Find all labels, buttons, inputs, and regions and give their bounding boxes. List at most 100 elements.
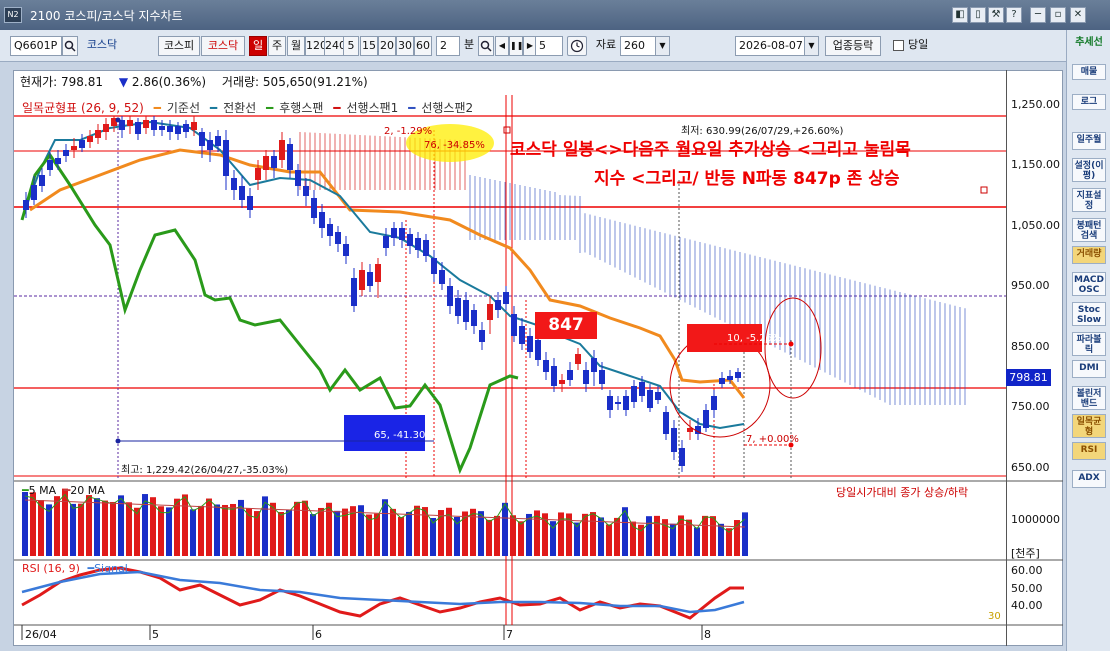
rsi-label: RSI (16, 9) [22, 562, 80, 575]
toolbar: Q6601P 코스닥 코스피 코스닥 일 주 월 120 240 5 15 20… [0, 30, 1066, 62]
period-5-button[interactable]: 5 [343, 36, 359, 56]
ichimoku-button[interactable]: 일목균형 [1072, 414, 1106, 438]
step-input[interactable]: 5 [535, 36, 563, 56]
parabolic-button[interactable]: 파라볼릭 [1072, 332, 1106, 356]
legend-marker-icon: ━ [408, 101, 416, 115]
data-count-select[interactable]: 260 ▼ [620, 36, 670, 56]
period-20-button[interactable]: 20 [378, 36, 396, 56]
period-120-button[interactable]: 120 [305, 36, 327, 56]
ma-settings-button[interactable]: 설정(이평) [1072, 158, 1106, 182]
right-sidebar: 추세선 매물 로그 일주월 설정(이평) 지표설정 봉패턴검색 거래량 MACD… [1066, 30, 1110, 651]
legend-marker-icon: ━ [209, 101, 218, 115]
code-input[interactable]: Q6601P [10, 36, 62, 56]
y-tick-label: 750.00 [1011, 400, 1050, 413]
search-icon[interactable] [62, 36, 78, 56]
period-30-button[interactable]: 30 [396, 36, 414, 56]
volume-button[interactable]: 거래량 [1072, 246, 1106, 264]
down-arrow-icon: ▼ [118, 75, 129, 89]
annotation-line-2: 지수 <그리고/ 반등 N파동 847p 존 상승 [594, 169, 900, 189]
legend-marker-icon: ━ [22, 484, 29, 497]
checkbox-icon[interactable] [893, 39, 904, 51]
x-tick-label: 8 [704, 628, 711, 641]
rsi-button[interactable]: RSI [1072, 442, 1106, 460]
maximize-button[interactable]: ▫ [1050, 7, 1066, 23]
period-toggle-button[interactable]: 일주월 [1072, 132, 1106, 150]
adx-button[interactable]: ADX [1072, 470, 1106, 488]
close-button[interactable]: ✕ [1070, 7, 1086, 23]
chevron-down-icon[interactable]: ▼ [655, 37, 669, 55]
volume-value: 505,650(91.21%) [262, 75, 368, 89]
indicator-settings-button[interactable]: 지표설정 [1072, 188, 1106, 212]
rsi-legend: RSI (16, 9) ━Signal [22, 562, 128, 575]
y-tick-label: 850.00 [1011, 340, 1050, 353]
zoom-icon[interactable] [478, 36, 494, 56]
data-count-value: 260 [624, 39, 645, 52]
app-icon: N2 [4, 7, 22, 23]
legend-marker-icon: ━ [153, 101, 161, 115]
y-tick-label: 1,250.00 [1011, 98, 1060, 111]
period-day-button[interactable]: 일 [249, 36, 267, 56]
volume-axis-label: 1000000 [1011, 513, 1060, 526]
rsi-tick-label: 60.00 [1011, 564, 1043, 577]
minimize-button[interactable]: ─ [1030, 7, 1046, 23]
date-select[interactable]: 2026-08-07 ▼ [735, 36, 819, 56]
volume-unit: [천주] [1011, 547, 1040, 560]
help-icon[interactable]: ? [1006, 7, 1022, 23]
y-tick-label: 1,150.00 [1011, 158, 1060, 171]
tools-icon[interactable]: ⚒ [988, 7, 1004, 23]
volume-title: 당일시가대비 종가 상승/하락 [836, 486, 969, 499]
chevron-down-icon[interactable]: ▼ [804, 37, 818, 55]
sector-change-button[interactable]: 업종등락 [825, 36, 881, 56]
volume-profile-button[interactable]: 매물 [1072, 64, 1106, 80]
period-60-button[interactable]: 60 [414, 36, 432, 56]
legend-marker-icon: ━ [333, 101, 341, 115]
macd-osc-button[interactable]: MACD OSC [1072, 272, 1106, 296]
date-value: 2026-08-07 [739, 39, 803, 52]
pause-icon[interactable]: ❚❚ [509, 36, 523, 56]
y-tick-label: 950.00 [1011, 279, 1050, 292]
legend-kijun[interactable]: 기준선 [167, 101, 200, 115]
trendline-button[interactable]: 추세선 [1072, 36, 1106, 50]
legend-marker-icon: ━ [266, 101, 274, 115]
legend-ichimoku[interactable]: 일목균형표 (26, 9, 52) [22, 101, 144, 115]
period-unit-label: 분 [463, 38, 475, 51]
target-box: 847 [535, 312, 597, 339]
title-bar: N2 2100 코스피/코스닥 지수차트 ◧ ▯ ⚒ ? ─ ▫ ✕ [0, 0, 1110, 30]
log-button[interactable]: 로그 [1072, 94, 1106, 110]
rsi-tick-label: 40.00 [1011, 599, 1043, 612]
clock-icon[interactable] [567, 36, 587, 56]
y-tick-label: 650.00 [1011, 461, 1050, 474]
index-name: 코스닥 [86, 38, 118, 51]
dmi-button[interactable]: DMI [1072, 360, 1106, 378]
bollinger-button[interactable]: 볼린저밴드 [1072, 386, 1106, 410]
period-15-button[interactable]: 15 [360, 36, 378, 56]
arrow-left-icon[interactable]: ◀ [495, 36, 509, 56]
pattern-search-button[interactable]: 봉패턴검색 [1072, 218, 1106, 242]
period-240-button[interactable]: 240 [324, 36, 346, 56]
period-count-input[interactable]: 2 [436, 36, 460, 56]
x-tick-label: 26/04 [25, 628, 57, 641]
window-title: 2100 코스피/코스닥 지수차트 [30, 8, 183, 23]
legend-span1[interactable]: 선행스팬1 [346, 101, 398, 115]
legend-span2[interactable]: 선행스팬2 [421, 101, 473, 115]
annotation-line-1: 코스닥 일봉<>다음주 월요일 추가상승 <그리고 눌림목 [510, 140, 911, 160]
legend-tenkan[interactable]: 전환선 [223, 101, 256, 115]
info-bar: 현재가: 798.81 ▼ 2.86(0.36%) 거래량: 505,650(9… [20, 73, 368, 91]
price-label: 현재가: [20, 75, 58, 89]
link-window-button[interactable]: ◧ [952, 7, 968, 23]
stoch-slow-button[interactable]: Stoc Slow [1072, 302, 1106, 326]
period-week-button[interactable]: 주 [268, 36, 286, 56]
kospi-button[interactable]: 코스피 [158, 36, 200, 56]
data-label: 자료 [595, 38, 617, 51]
price-axis[interactable]: 1,250.00 1,150.00 1,050.00 950.00 850.00… [1006, 70, 1063, 646]
restore-icon[interactable]: ▯ [970, 7, 986, 23]
today-checkbox[interactable]: 당일 [893, 36, 941, 56]
volume-ma20-label: 20 MA [70, 484, 105, 497]
volume-ma5-label: 5 MA [28, 484, 57, 497]
kosdaq-button[interactable]: 코스닥 [201, 36, 245, 56]
period-month-button[interactable]: 월 [287, 36, 305, 56]
today-label: 당일 [908, 38, 929, 51]
legend-chikou[interactable]: 후행스팬 [279, 101, 323, 115]
current-price: 798.81 [61, 75, 103, 89]
x-tick-label: 7 [506, 628, 513, 641]
